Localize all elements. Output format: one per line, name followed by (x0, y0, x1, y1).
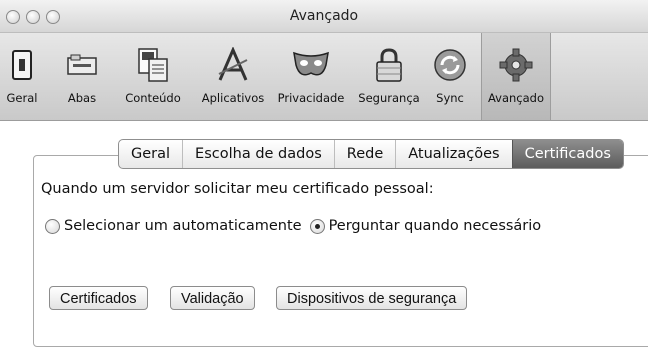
window-title: Avançado (289, 8, 359, 24)
validation-button[interactable]: Validação (170, 286, 255, 310)
certificate-selection-options: Selecionar um automaticamente Perguntar … (45, 218, 541, 234)
switch-icon (11, 45, 33, 85)
radio-selected-dot (314, 223, 320, 229)
toolbar-item-seguranca[interactable]: Segurança (354, 33, 424, 120)
padlock-icon (374, 45, 404, 85)
toolbar-item-geral[interactable]: Geral (0, 33, 44, 120)
tab-escolha-de-dados[interactable]: Escolha de dados (182, 140, 334, 168)
section-tabs: Geral Escolha de dados Rede Atualizações… (118, 139, 624, 169)
tab-atualizacoes[interactable]: Atualizações (395, 140, 511, 168)
title-bar: Avançado (0, 0, 648, 33)
tab-rede[interactable]: Rede (333, 140, 395, 168)
toolbar-item-privacidade[interactable]: Privacidade (275, 33, 347, 120)
content-icon (136, 45, 170, 85)
radio-ask-when-needed[interactable] (309, 218, 325, 234)
toolbar-item-conteudo[interactable]: Conteúdo (118, 33, 188, 120)
privacy-mask-icon (292, 45, 330, 85)
toolbar-item-avancado[interactable]: Avançado (481, 33, 551, 120)
security-devices-button[interactable]: Dispositivos de segurança (276, 286, 468, 310)
tabs-icon (67, 45, 97, 85)
sync-icon (433, 45, 467, 85)
gear-icon (499, 45, 533, 85)
toolbar-item-aplicativos[interactable]: Aplicativos (192, 33, 274, 120)
tab-geral[interactable]: Geral (119, 140, 182, 168)
tab-certificados[interactable]: Certificados (511, 140, 623, 168)
radio-ask-when-needed-label[interactable]: Perguntar quando necessário (329, 218, 542, 234)
certificates-button[interactable]: Certificados (49, 286, 148, 310)
toolbar-item-sync[interactable]: Sync (430, 33, 470, 120)
radio-select-automatically-label[interactable]: Selecionar um automaticamente (64, 218, 302, 234)
applications-icon (216, 45, 250, 85)
preferences-toolbar: Geral Abas Conteúdo Aplicativos Privacid… (0, 33, 648, 121)
certificate-request-prompt: Quando um servidor solicitar meu certifi… (41, 181, 434, 197)
toolbar-item-abas[interactable]: Abas (62, 33, 102, 120)
radio-select-automatically[interactable] (45, 218, 60, 234)
